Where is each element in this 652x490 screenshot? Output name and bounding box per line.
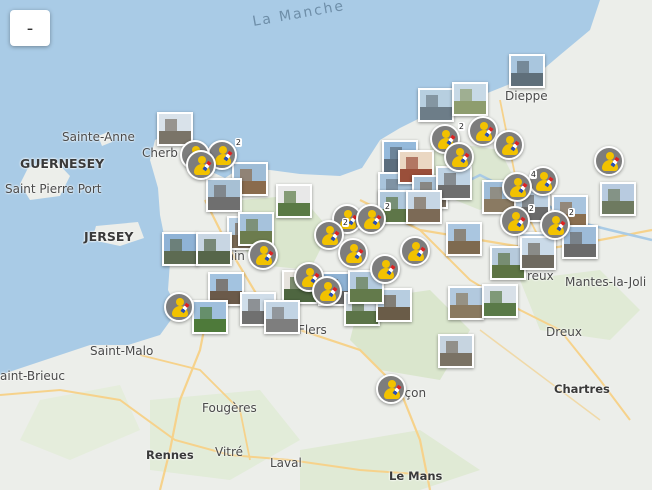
person-marker[interactable] <box>594 146 624 176</box>
person-icon <box>219 146 227 154</box>
person-icon <box>506 136 514 144</box>
person-marker[interactable] <box>164 292 194 322</box>
place-label-saint-malo: Saint-Malo <box>90 344 154 358</box>
marker-count-badge: 2 <box>527 204 535 213</box>
person-icon <box>198 156 206 164</box>
marker-count-badge: 2 <box>234 138 242 147</box>
person-icon <box>552 216 560 224</box>
place-label-fougeres: Fougères <box>202 401 257 415</box>
photo-marker[interactable] <box>264 300 300 334</box>
person-icon <box>324 282 332 290</box>
person-marker[interactable] <box>444 142 474 172</box>
place-label-sainte-anne: Sainte-Anne <box>62 130 135 144</box>
person-marker[interactable]: 2 <box>500 204 535 236</box>
person-icon <box>368 210 376 218</box>
person-marker[interactable]: 2 <box>540 208 575 240</box>
photo-marker[interactable] <box>418 88 454 122</box>
place-label-mantes: Mantes-la-Joli <box>565 275 647 289</box>
place-label-saint-pierre-port: Saint Pierre Port <box>5 182 102 196</box>
person-icon <box>350 244 358 252</box>
marker-count-badge: 2 <box>341 218 349 227</box>
photo-marker[interactable] <box>452 82 488 116</box>
person-icon <box>326 226 334 234</box>
map[interactable]: - La Manche GUERNESEY Saint Pierre Port Sai… <box>0 0 652 490</box>
place-label-dreux: Dreux <box>546 325 582 339</box>
person-icon <box>388 380 396 388</box>
person-icon <box>442 130 450 138</box>
person-icon <box>260 246 268 254</box>
photo-marker[interactable] <box>206 178 242 212</box>
person-marker[interactable] <box>186 150 216 180</box>
marker-count-badge: 4 <box>529 170 537 179</box>
place-label-laval: Laval <box>270 456 302 470</box>
place-label-rennes: Rennes <box>146 448 194 462</box>
person-marker[interactable] <box>312 276 342 306</box>
person-icon <box>306 268 314 276</box>
person-icon <box>512 212 520 220</box>
marker-count-badge: 2 <box>383 202 391 211</box>
person-marker[interactable]: 4 <box>502 170 537 202</box>
zoom-out-button[interactable]: - <box>10 10 50 46</box>
place-label-chartres: Chartres <box>554 382 610 396</box>
photo-marker[interactable] <box>600 182 636 216</box>
person-marker[interactable] <box>400 236 430 266</box>
place-label-evreux: reux <box>527 269 554 283</box>
photo-marker[interactable] <box>509 54 545 88</box>
person-icon <box>344 210 352 218</box>
person-icon <box>382 260 390 268</box>
photo-marker[interactable] <box>276 184 312 218</box>
person-icon <box>176 298 184 306</box>
marker-count-badge: 2 <box>457 122 465 131</box>
place-label-jersey: JERSEY <box>84 229 134 244</box>
photo-marker[interactable] <box>162 232 198 266</box>
place-label-le-mans: Le Mans <box>389 469 443 483</box>
person-icon <box>606 152 614 160</box>
photo-marker[interactable] <box>520 236 556 270</box>
person-icon <box>480 122 488 130</box>
person-icon <box>412 242 420 250</box>
place-label-cherbourg: Cherb <box>142 146 178 160</box>
person-icon <box>540 172 548 180</box>
photo-marker[interactable] <box>448 286 484 320</box>
place-label-flers: Flers <box>298 323 327 337</box>
photo-marker[interactable] <box>446 222 482 256</box>
person-icon <box>514 178 522 186</box>
person-marker[interactable] <box>370 254 400 284</box>
marker-count-badge: 2 <box>567 208 575 217</box>
place-label-dieppe: Dieppe <box>505 89 548 103</box>
place-label-saint-brieuc: aint-Brieuc <box>0 369 65 383</box>
place-label-vitre: Vitré <box>215 445 244 459</box>
photo-marker[interactable] <box>438 334 474 368</box>
photo-marker[interactable] <box>406 190 442 224</box>
person-marker[interactable] <box>248 240 278 270</box>
person-marker[interactable]: 2 <box>356 202 391 234</box>
person-marker[interactable] <box>376 374 406 404</box>
person-marker[interactable] <box>494 130 524 160</box>
place-label-guernesey: GUERNESEY <box>20 156 105 171</box>
photo-marker[interactable] <box>482 284 518 318</box>
person-marker[interactable] <box>338 238 368 268</box>
photo-marker[interactable] <box>196 232 232 266</box>
photo-marker[interactable] <box>192 300 228 334</box>
person-icon <box>456 148 464 156</box>
